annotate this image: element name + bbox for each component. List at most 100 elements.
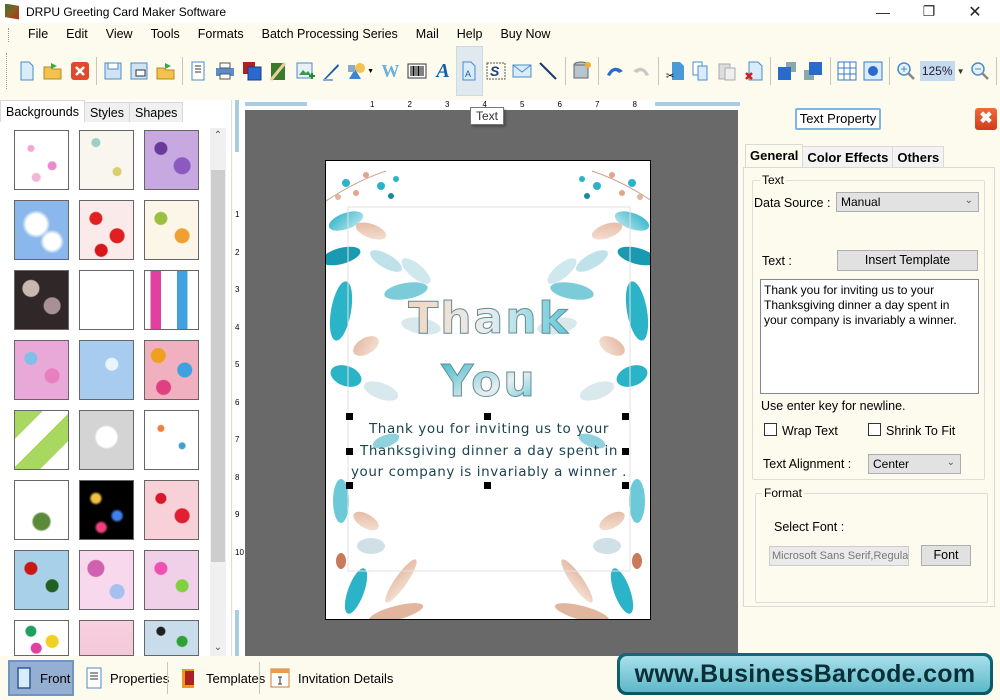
resize-handle-ne[interactable] (622, 413, 629, 420)
background-thumbnail-pink-butterflies[interactable] (144, 550, 199, 610)
horizontal-scroll-right[interactable] (655, 102, 740, 106)
wordart-button[interactable]: A (430, 56, 456, 86)
background-thumbnail-blue-sky-clouds[interactable] (14, 200, 69, 260)
tab-properties[interactable]: Properties (78, 660, 169, 696)
close-window-button[interactable]: ✕ (952, 0, 998, 23)
resize-handle-n[interactable] (484, 413, 491, 420)
menu-formats[interactable]: Formats (189, 23, 253, 46)
insert-image-button[interactable] (291, 56, 317, 86)
scroll-down-icon[interactable]: ⌄ (210, 640, 226, 656)
symbol-button[interactable]: S (483, 56, 509, 86)
shrink-to-fit-checkbox[interactable] (868, 423, 881, 436)
database-button[interactable] (569, 56, 595, 86)
background-thumbnail-blue-snowflakes[interactable] (79, 340, 134, 400)
design-canvas[interactable]: Thank You Thank you for inviting us to y… (245, 110, 738, 656)
email-button[interactable] (509, 56, 535, 86)
fit-button[interactable] (860, 56, 886, 86)
background-thumbnail-baby-doodles[interactable] (14, 130, 69, 190)
grid-button[interactable] (834, 56, 860, 86)
close-file-button[interactable] (67, 56, 93, 86)
open-folder-button[interactable] (153, 56, 179, 86)
insert-template-button[interactable]: Insert Template (837, 250, 978, 271)
save-as-button[interactable] (126, 56, 152, 86)
font-button[interactable]: Font (921, 545, 971, 566)
scrollbar-thumb[interactable] (211, 170, 225, 562)
tab-general[interactable]: General (745, 144, 804, 167)
properties-button[interactable] (186, 56, 212, 86)
background-thumbnail-white-heart[interactable] (79, 410, 134, 470)
cut-button[interactable]: ✂ (662, 56, 688, 86)
background-thumbnail-pink-florals[interactable] (79, 550, 134, 610)
tab-shapes[interactable]: Shapes (129, 102, 184, 122)
tab-backgrounds[interactable]: Backgrounds (0, 100, 85, 122)
scroll-up-icon[interactable]: ⌃ (210, 128, 226, 144)
delete-button[interactable] (741, 56, 767, 86)
background-thumbnail-green-ornament[interactable] (14, 480, 69, 540)
tab-others[interactable]: Others (892, 146, 945, 167)
resize-handle-nw[interactable] (346, 413, 353, 420)
greeting-card[interactable]: Thank You Thank you for inviting us to y… (325, 160, 651, 620)
save-button[interactable] (100, 56, 126, 86)
menu-buy-now[interactable]: Buy Now (491, 23, 559, 46)
wrap-text-label[interactable]: Wrap Text (782, 424, 838, 438)
zoom-level-select[interactable]: 125% (919, 61, 955, 81)
background-thumbnail-colorful-stars[interactable] (14, 620, 69, 656)
shrink-to-fit-label[interactable]: Shrink To Fit (886, 424, 955, 438)
zoom-in-button[interactable] (893, 56, 919, 86)
zoom-dropdown-icon[interactable]: ▼ (955, 67, 967, 76)
minimize-button[interactable]: — (860, 0, 906, 23)
menu-batch-processing[interactable]: Batch Processing Series (253, 23, 407, 46)
card-title-thank[interactable]: Thank (408, 293, 570, 345)
background-thumbnail-strawberries[interactable] (79, 200, 134, 260)
redo-button[interactable] (628, 56, 654, 86)
card-title-you[interactable]: You (440, 356, 536, 408)
signature-button[interactable] (318, 56, 344, 86)
background-thumbnail-gift-boxes[interactable] (144, 270, 199, 330)
background-thumbnail-snowman-pattern[interactable] (144, 620, 199, 656)
card-back-button[interactable] (265, 56, 291, 86)
resize-handle-s[interactable] (484, 482, 491, 489)
tab-templates[interactable]: Templates (170, 660, 265, 696)
resize-handle-e[interactable] (622, 448, 629, 455)
tab-styles[interactable]: Styles (83, 102, 131, 122)
thumbnails-scrollbar[interactable]: ⌃ ⌄ (210, 128, 226, 656)
text-button[interactable]: A (456, 46, 483, 96)
background-thumbnail-pastel-flowers[interactable] (14, 340, 69, 400)
barcode-button[interactable] (404, 56, 430, 86)
background-thumbnail-kids-pattern[interactable] (144, 410, 199, 470)
background-thumbnail-fireworks[interactable] (79, 480, 134, 540)
paste-button[interactable] (714, 56, 740, 86)
tab-invitation-details[interactable]: Invitation Details (262, 660, 393, 696)
copy-button[interactable] (688, 56, 714, 86)
tab-front[interactable]: Front (8, 660, 74, 696)
copy-card-button[interactable] (239, 56, 265, 86)
background-thumbnail-colorful-leaves[interactable] (144, 200, 199, 260)
tab-color-effects[interactable]: Color Effects (802, 146, 894, 167)
bring-front-button[interactable] (774, 56, 800, 86)
zoom-out-button[interactable] (966, 56, 992, 86)
menu-view[interactable]: View (97, 23, 142, 46)
resize-handle-se[interactable] (622, 482, 629, 489)
menu-edit[interactable]: Edit (57, 23, 97, 46)
background-thumbnail-dark-roses[interactable] (14, 270, 69, 330)
print-button[interactable] (212, 56, 238, 86)
open-button[interactable] (40, 56, 66, 86)
background-thumbnail-colorful-circles[interactable] (144, 340, 199, 400)
background-thumbnail-green-trees[interactable] (14, 410, 69, 470)
text-input[interactable]: Thank you for inviting us to your Thanks… (760, 279, 979, 394)
close-panel-button[interactable]: ✖ (975, 108, 997, 130)
menu-help[interactable]: Help (448, 23, 492, 46)
data-source-select[interactable]: Manual ⌄ (836, 192, 979, 212)
menu-file[interactable]: File (19, 23, 57, 46)
background-thumbnail-baby-sketches[interactable] (79, 130, 134, 190)
menu-tools[interactable]: Tools (142, 23, 189, 46)
shapes-button[interactable]: ▼ (344, 56, 377, 86)
wrap-text-checkbox[interactable] (764, 423, 777, 436)
text-alignment-select[interactable]: Center ⌄ (868, 454, 961, 474)
new-button[interactable] (14, 56, 40, 86)
vertical-scroll-bottom[interactable] (235, 610, 239, 656)
resize-handle-sw[interactable] (346, 482, 353, 489)
horizontal-scroll-left[interactable] (245, 102, 307, 106)
resize-handle-w[interactable] (346, 448, 353, 455)
background-thumbnail-pink-texture[interactable] (79, 620, 134, 656)
